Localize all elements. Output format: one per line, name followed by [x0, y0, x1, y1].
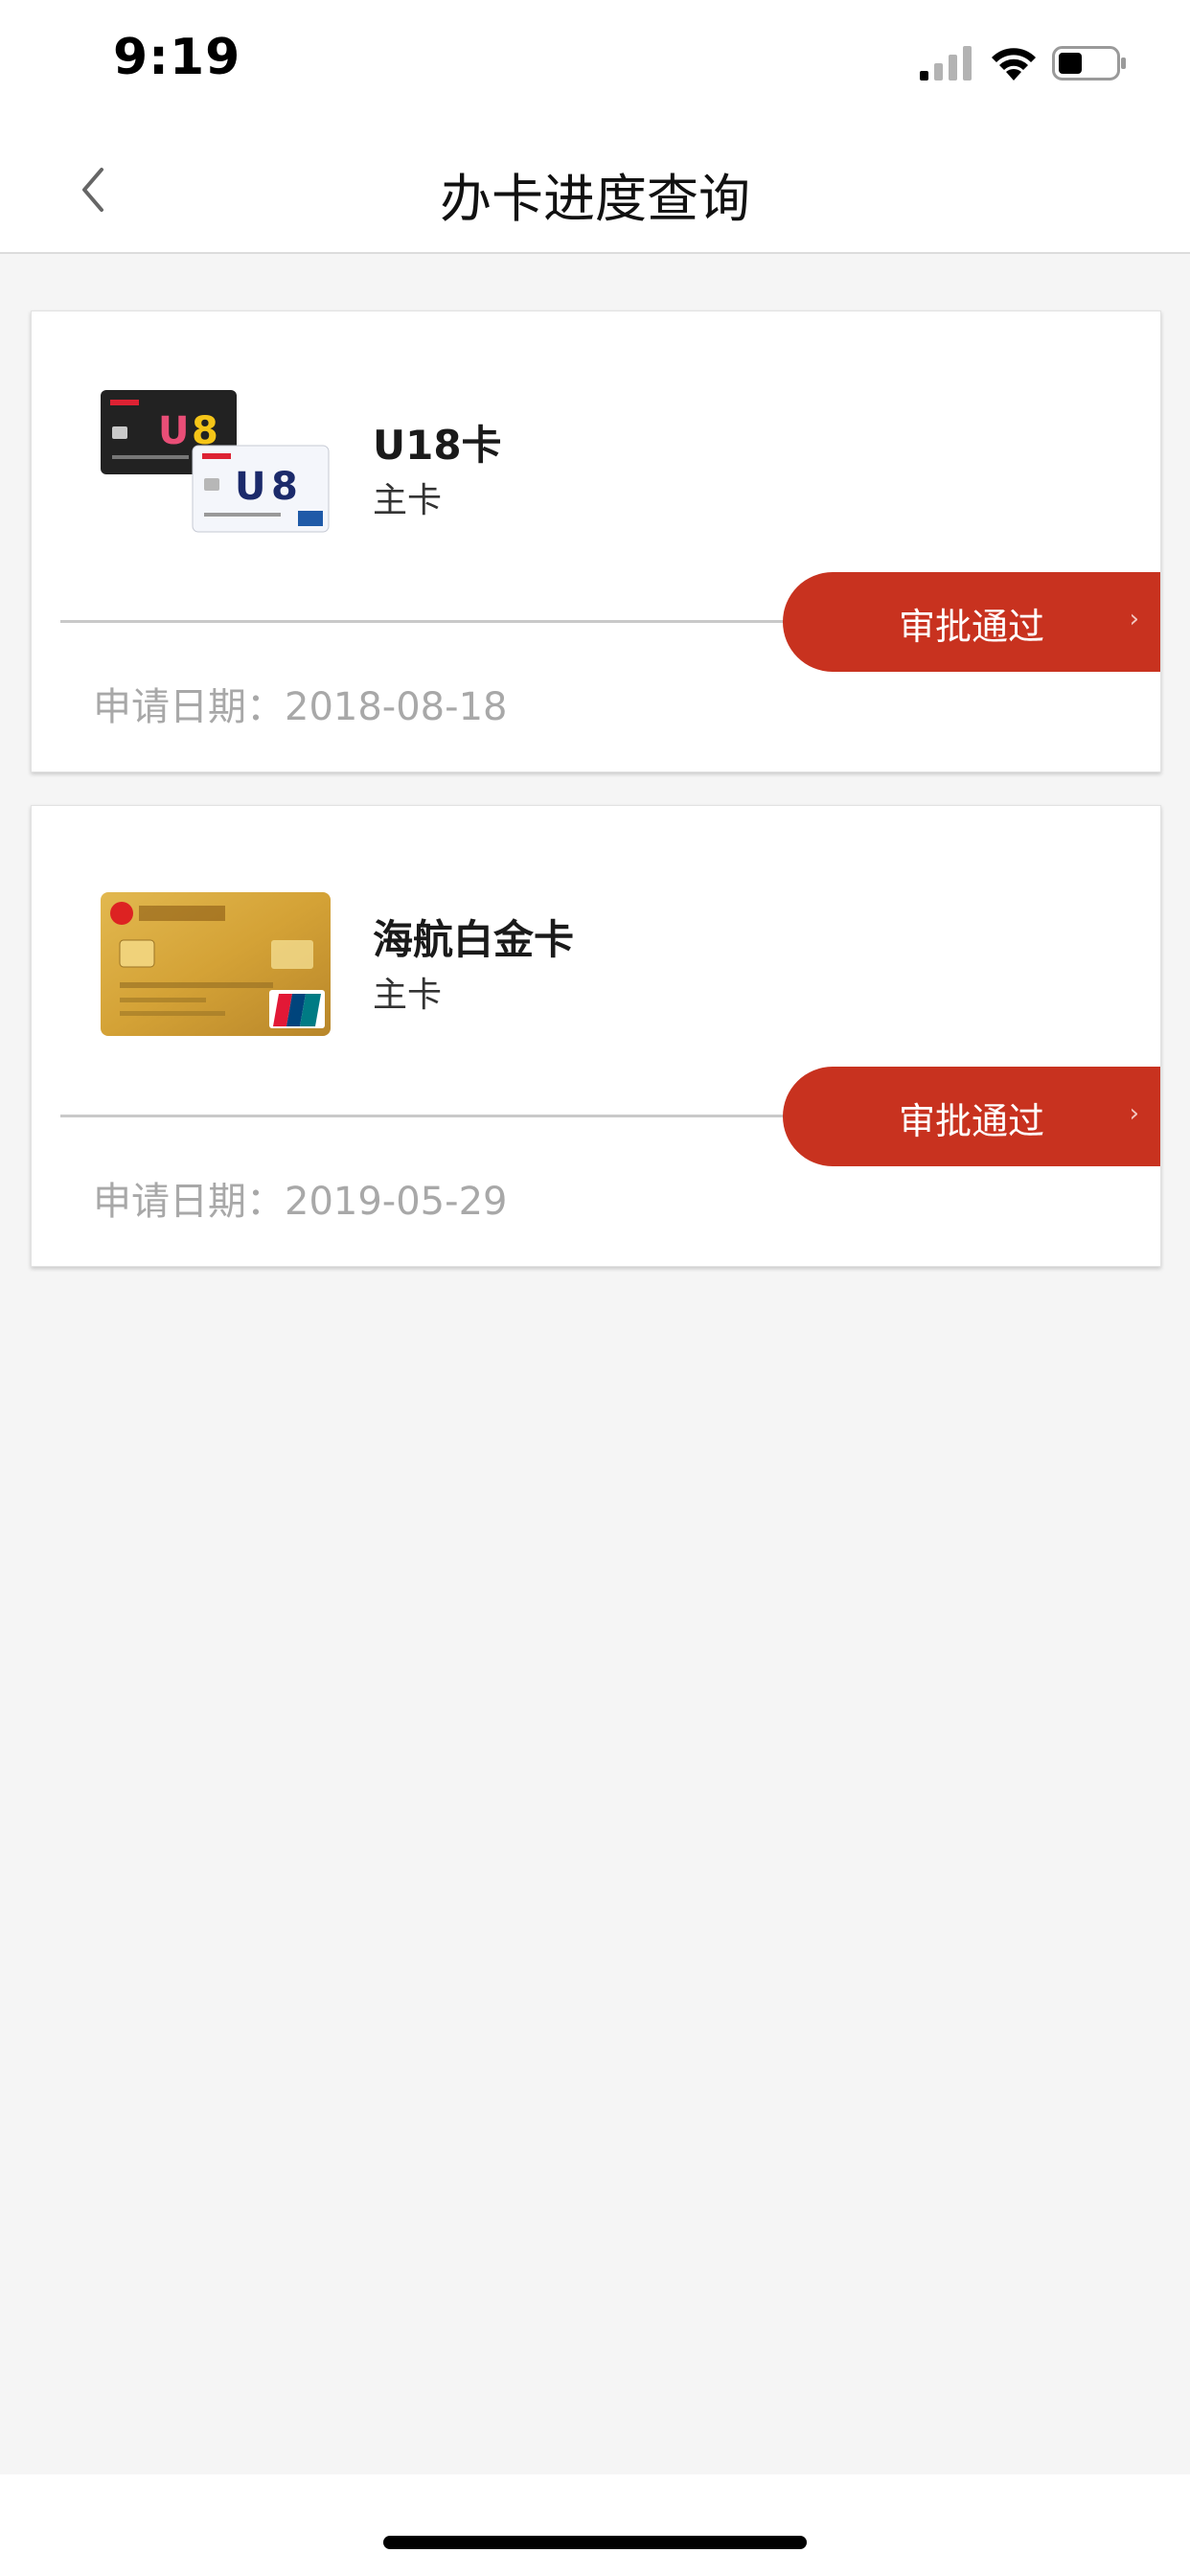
application-date: 申请日期：2019-05-29	[93, 1170, 507, 1226]
date-label: 申请日期：	[93, 685, 285, 729]
status-bar: 9:19	[0, 0, 1190, 129]
application-card[interactable]: 海航白金卡 主卡 审批通过 › 申请日期：2019-05-29	[31, 805, 1161, 1267]
svg-text:8: 8	[271, 465, 298, 509]
wifi-icon	[992, 48, 1036, 80]
divider	[60, 620, 785, 623]
nav-bar: 办卡进度查询	[0, 129, 1190, 254]
date-value: 2019-05-29	[285, 1180, 508, 1224]
status-label: 审批通过	[898, 1100, 1044, 1142]
home-indicator-area	[0, 2474, 1190, 2576]
battery-icon	[1052, 46, 1126, 80]
application-date: 申请日期：2018-08-18	[93, 676, 507, 731]
card-type: 主卡	[373, 481, 443, 520]
u18-card-image: U 8 U 8	[101, 390, 330, 533]
svg-text:U: U	[235, 465, 265, 509]
status-button[interactable]: 审批通过 ›	[783, 1067, 1160, 1166]
date-value: 2018-08-18	[285, 685, 508, 729]
application-card[interactable]: U 8 U 8 U18卡 主卡 审批通过 › 申请日期：2018-08-18	[31, 310, 1161, 772]
svg-text:U: U	[158, 409, 189, 453]
page-title: 办卡进度查询	[440, 169, 750, 229]
status-label: 审批通过	[898, 606, 1044, 648]
chevron-right-icon: ›	[1129, 605, 1139, 633]
home-indicator[interactable]	[383, 2536, 807, 2549]
date-label: 申请日期：	[93, 1180, 285, 1224]
status-button[interactable]: 审批通过 ›	[783, 572, 1160, 672]
divider	[60, 1115, 785, 1117]
gold-card-image	[101, 892, 331, 1036]
signal-icon	[920, 46, 972, 80]
card-name: U18卡	[373, 422, 502, 469]
chevron-right-icon: ›	[1129, 1099, 1139, 1128]
card-type: 主卡	[373, 976, 443, 1015]
card-name: 海航白金卡	[373, 916, 575, 963]
status-time: 9:19	[113, 29, 241, 86]
